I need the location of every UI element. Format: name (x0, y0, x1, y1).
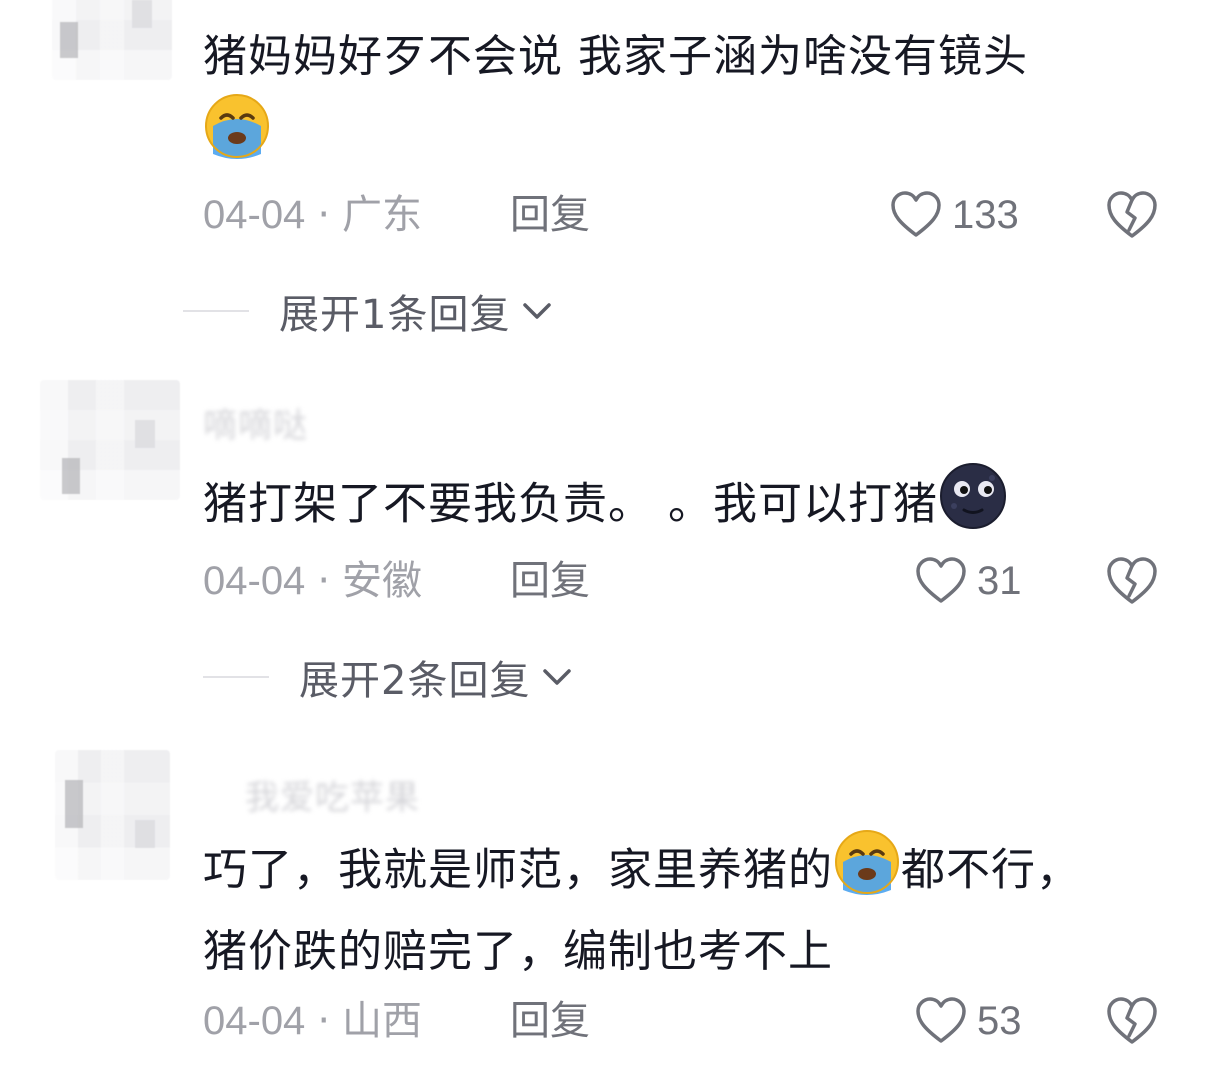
like-button[interactable]: 31 (915, 556, 1022, 606)
comment-date: 04-04 (203, 559, 306, 603)
expand-replies-button[interactable]: 展开1条回复 (183, 286, 554, 338)
comment-text: 猪打架了不要我负责。 。我可以打猪 (203, 462, 1123, 551)
chevron-down-icon (523, 303, 552, 319)
comment-location: 广东 (342, 192, 423, 238)
comment-text: 猪妈妈好歹不会说 我家子涵为啥没有镜头 (203, 22, 1123, 181)
broken-heart-icon (1107, 191, 1157, 238)
broken-heart-icon (1107, 997, 1157, 1044)
divider (183, 310, 249, 312)
comment-meta: 04-04 · 山西 (203, 998, 423, 1044)
heart-icon (891, 191, 941, 237)
comment-date: 04-04 (203, 193, 306, 237)
avatar[interactable] (40, 380, 180, 500)
like-button[interactable]: 53 (915, 996, 1022, 1046)
divider (203, 676, 269, 678)
comment-meta: 04-04 · 广东 (203, 192, 423, 238)
reply-button[interactable]: 回复 (510, 556, 590, 606)
comment-meta: 04-04 · 安徽 (203, 558, 423, 604)
new-moon-face-icon (938, 462, 1008, 551)
like-count: 31 (977, 558, 1022, 603)
reply-button[interactable]: 回复 (510, 996, 590, 1046)
comment-location: 山西 (342, 998, 423, 1044)
loudly-crying-face-icon (833, 828, 901, 917)
avatar[interactable] (52, 0, 172, 80)
heart-icon (916, 997, 966, 1043)
like-count: 53 (977, 998, 1022, 1043)
username[interactable]: 我爱吃苹果 (245, 770, 420, 819)
loudly-crying-face-icon (203, 92, 271, 181)
comment-location: 安徽 (342, 558, 423, 604)
expand-replies-button[interactable]: 展开2条回复 (203, 652, 574, 704)
dislike-button[interactable] (1105, 996, 1159, 1046)
like-button[interactable]: 133 (890, 190, 1019, 240)
broken-heart-icon (1107, 557, 1157, 604)
username[interactable]: 嘀嘀哒 (203, 398, 308, 447)
comment-date: 04-04 (203, 999, 306, 1043)
reply-button[interactable]: 回复 (510, 190, 590, 240)
like-count: 133 (952, 192, 1019, 237)
chevron-down-icon (543, 669, 572, 685)
comment-text: 巧了，我就是师范，家里养猪的 都不行，猪价跌的赔完了，编制也考不上 (203, 828, 1083, 987)
dislike-button[interactable] (1105, 556, 1159, 606)
avatar[interactable] (55, 750, 170, 880)
heart-icon (916, 557, 966, 603)
dislike-button[interactable] (1105, 190, 1159, 240)
